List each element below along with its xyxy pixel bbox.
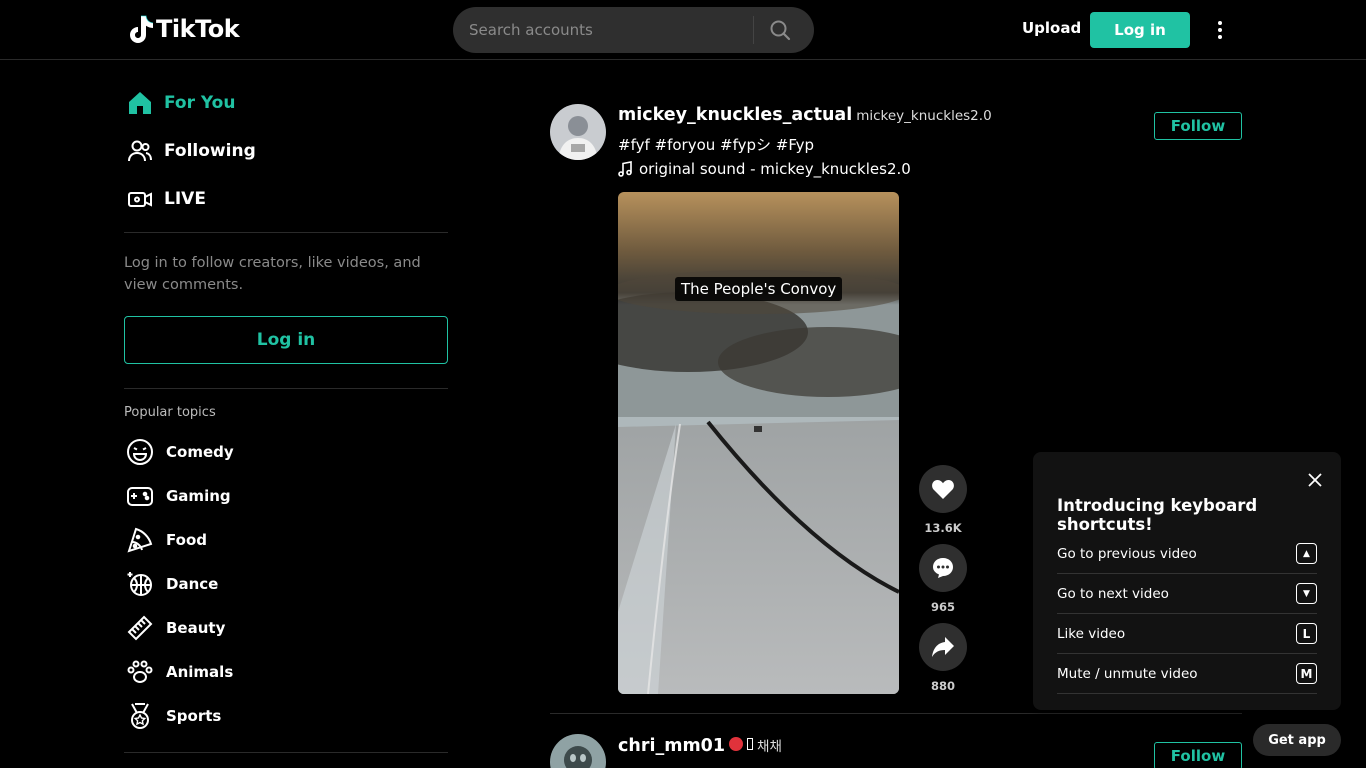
feed-divider [550, 713, 1242, 714]
tiktok-logo[interactable]: TikTok [128, 14, 240, 44]
like-button[interactable] [919, 465, 967, 513]
topic-label: Food [166, 531, 207, 549]
sidebar-item-for-you[interactable]: For You [126, 89, 235, 117]
topic-gaming[interactable]: Gaming [126, 482, 231, 510]
search-bar [453, 7, 814, 53]
sidebar-divider [124, 752, 448, 753]
comb-icon [126, 614, 154, 642]
comment-count: 965 [930, 600, 955, 614]
sidebar-item-live[interactable]: LIVE [126, 185, 206, 213]
post-sound-link[interactable]: original sound - mickey_knuckles2.0 [618, 160, 911, 178]
post-nickname: 채채 [757, 739, 782, 755]
live-icon [126, 185, 154, 213]
comment-icon [933, 558, 953, 578]
post-caption[interactable]: #fyf #foryou #fypシ #Fyp [618, 134, 814, 155]
topic-label: Dance [166, 575, 219, 593]
users-icon [126, 137, 154, 165]
shortcut-label: Mute / unmute video [1057, 665, 1198, 682]
post-sound-text: original sound - mickey_knuckles2.0 [639, 160, 911, 178]
topic-sports[interactable]: Sports [126, 702, 221, 730]
follow-button[interactable]: Follow [1154, 742, 1242, 768]
video-player[interactable] [618, 192, 899, 694]
post-username-text: mickey_knuckles_actual [618, 105, 853, 125]
pizza-icon [126, 526, 154, 554]
video-caption-overlay: The People's Convoy [675, 277, 843, 301]
home-icon [126, 89, 154, 117]
sidebar-item-following[interactable]: Following [126, 137, 256, 165]
follow-button[interactable]: Follow [1154, 112, 1242, 140]
shortcut-row: Go to next video ▼ [1057, 574, 1317, 614]
topic-label: Comedy [166, 443, 234, 461]
post-username[interactable]: chri_mm01 채채 [618, 735, 782, 756]
post-username[interactable]: mickey_knuckles_actual mickey_knuckles2.0 [618, 105, 992, 125]
shortcut-key: L [1296, 623, 1317, 644]
popular-topics-title: Popular topics [124, 405, 216, 420]
share-count: 880 [930, 679, 955, 693]
sidebar-item-label: For You [164, 93, 236, 113]
disco-ball-icon [126, 570, 154, 598]
sidebar-login-button[interactable]: Log in [124, 316, 448, 364]
shortcut-row: Go to previous video ▲ [1057, 534, 1317, 574]
get-app-button[interactable]: Get app [1253, 724, 1341, 756]
smile-icon [126, 438, 154, 466]
gamepad-icon [126, 482, 154, 510]
topic-label: Beauty [166, 619, 226, 637]
avatar[interactable] [550, 104, 606, 160]
emoji-placeholder-icon [747, 738, 754, 750]
arrow-down-key-icon: ▼ [1296, 583, 1317, 604]
shortcut-key: M [1296, 663, 1317, 684]
like-count: 13.6K [924, 521, 962, 535]
music-note-icon [618, 161, 632, 177]
tiktok-note-icon [130, 15, 154, 43]
share-icon [932, 637, 954, 657]
logo-text: TikTok [156, 15, 240, 43]
more-options-icon[interactable] [1209, 17, 1231, 43]
close-icon[interactable] [1303, 468, 1327, 492]
sidebar-divider [124, 388, 448, 389]
paw-icon [126, 658, 154, 686]
search-icon [770, 20, 791, 41]
topic-beauty[interactable]: Beauty [126, 614, 225, 642]
search-button[interactable] [754, 7, 806, 53]
topic-animals[interactable]: Animals [126, 658, 233, 686]
share-button[interactable] [919, 623, 967, 671]
login-button-header[interactable]: Log in [1090, 12, 1190, 48]
sidebar-divider [124, 232, 448, 233]
shortcut-row: Like video L [1057, 614, 1317, 654]
medal-icon [126, 702, 154, 730]
top-header: TikTok Upload Log in [0, 0, 1366, 60]
upload-button[interactable]: Upload [1022, 19, 1081, 37]
avatar[interactable] [550, 734, 606, 768]
sidebar-item-label: LIVE [164, 189, 206, 209]
shortcuts-title: Introducing keyboard shortcuts! [1057, 496, 1258, 534]
topic-dance[interactable]: Dance [126, 570, 218, 598]
post-username-text: chri_mm01 [618, 736, 726, 756]
keyboard-shortcuts-panel: Introducing keyboard shortcuts! Go to pr… [1033, 452, 1341, 710]
sidebar-login-message: Log in to follow creators, like videos, … [124, 255, 421, 293]
topic-label: Gaming [166, 487, 231, 505]
topic-food[interactable]: Food [126, 526, 207, 554]
comment-button[interactable] [919, 544, 967, 592]
arrow-up-key-icon: ▲ [1296, 543, 1317, 564]
topic-label: Animals [166, 663, 234, 681]
search-input[interactable] [453, 21, 753, 39]
shortcut-row: Mute / unmute video M [1057, 654, 1317, 694]
heart-icon [932, 480, 954, 499]
topic-comedy[interactable]: Comedy [126, 438, 234, 466]
sidebar-item-label: Following [164, 141, 256, 161]
shortcut-label: Go to previous video [1057, 545, 1197, 562]
verified-badge-icon [729, 737, 744, 751]
post-nickname: mickey_knuckles2.0 [856, 108, 992, 124]
topic-label: Sports [166, 707, 222, 725]
shortcut-label: Like video [1057, 625, 1126, 642]
shortcut-label: Go to next video [1057, 585, 1169, 602]
